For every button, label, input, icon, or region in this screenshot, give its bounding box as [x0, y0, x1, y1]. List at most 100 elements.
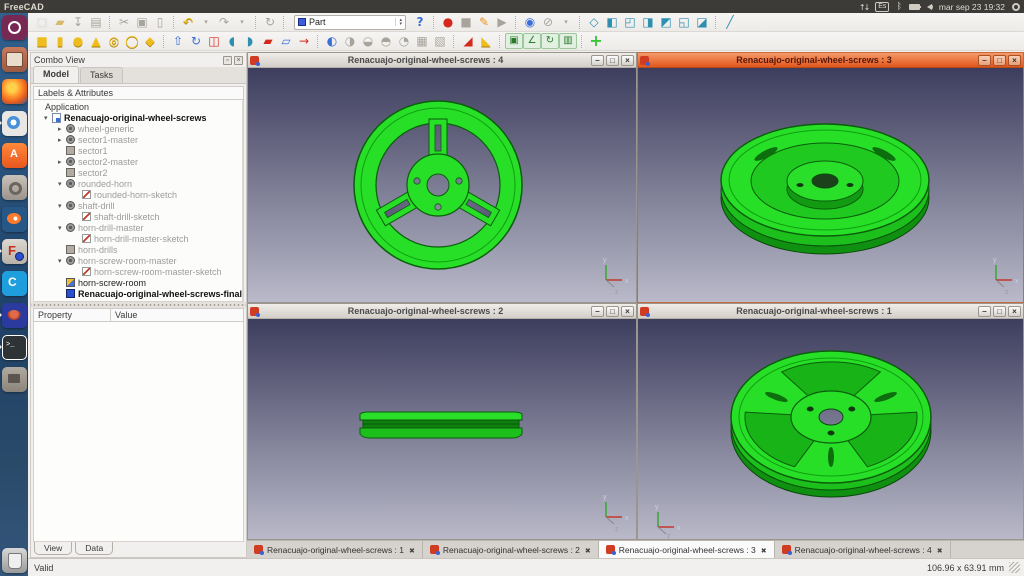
- toolbar-handle[interactable]: [581, 35, 583, 48]
- fillet-icon[interactable]: ◖: [223, 33, 241, 49]
- tree-expander-icon[interactable]: [58, 180, 66, 188]
- measure-angular-icon[interactable]: ∠: [523, 33, 541, 49]
- tree-item[interactable]: Renacuajo-original-wheel-screws-final: [34, 288, 242, 299]
- view-rear-icon[interactable]: ◩: [657, 14, 675, 30]
- new-file-icon[interactable]: ▢: [33, 14, 51, 30]
- primitive-tube-icon[interactable]: ◯: [123, 33, 141, 49]
- compound-filter-icon[interactable]: ▧: [431, 33, 449, 49]
- cross-sections-icon[interactable]: ◣: [477, 33, 495, 49]
- dock-software-center[interactable]: [2, 143, 27, 168]
- panel-titlebar[interactable]: Combo View: [31, 53, 246, 67]
- volume-icon[interactable]: [927, 4, 932, 10]
- window-titlebar[interactable]: Renacuajo-original-wheel-screws : 1: [638, 304, 1023, 319]
- open-file-icon[interactable]: ▰: [51, 14, 69, 30]
- view-top-icon[interactable]: ◰: [621, 14, 639, 30]
- maximize-button[interactable]: [993, 306, 1006, 317]
- 3d-viewport-3[interactable]: y x z: [638, 68, 1023, 302]
- redo-dropdown-icon[interactable]: ▾: [233, 14, 251, 30]
- toolbar-handle[interactable]: [317, 35, 319, 48]
- close-button[interactable]: [621, 55, 634, 66]
- tree-item[interactable]: sector1-master: [34, 134, 242, 145]
- toolbar-handle[interactable]: [579, 16, 581, 29]
- revolve-icon[interactable]: ↻: [187, 33, 205, 49]
- undo-dropdown-icon[interactable]: ▾: [197, 14, 215, 30]
- workbench-dropdown-arrows[interactable]: [395, 18, 402, 26]
- tree-expander-icon[interactable]: [58, 257, 66, 265]
- tree-item[interactable]: Renacuajo-original-wheel-screws: [34, 112, 242, 123]
- view-bottom-icon[interactable]: ◱: [675, 14, 693, 30]
- dock-system-settings[interactable]: [2, 175, 27, 200]
- combo-tab[interactable]: Model: [33, 66, 79, 83]
- 3d-viewport-2[interactable]: y x z: [248, 319, 636, 539]
- dock-blender[interactable]: [2, 207, 27, 232]
- view-left-icon[interactable]: ◪: [693, 14, 711, 30]
- cross-section-icon[interactable]: ◢: [459, 33, 477, 49]
- tree-item[interactable]: shaft-drill: [34, 200, 242, 211]
- 3d-viewport-1[interactable]: y x z: [638, 319, 1023, 539]
- tree-item[interactable]: horn-screw-room: [34, 277, 242, 288]
- toolbar-handle[interactable]: [433, 16, 435, 29]
- window-tab[interactable]: Renacuajo-original-wheel-screws : 1: [247, 541, 423, 558]
- toolbar-handle[interactable]: [515, 16, 517, 29]
- tree-item[interactable]: wheel-generic: [34, 123, 242, 134]
- print-icon[interactable]: ▤: [87, 14, 105, 30]
- chamfer-icon[interactable]: ◗: [241, 33, 259, 49]
- toolbar-handle[interactable]: [453, 35, 455, 48]
- dock-chromium[interactable]: [2, 111, 27, 136]
- maximize-button[interactable]: [606, 55, 619, 66]
- boolean-union-icon[interactable]: ◒: [359, 33, 377, 49]
- close-button[interactable]: [1008, 55, 1021, 66]
- dock-ubuntu-dash[interactable]: [2, 15, 27, 40]
- shape-builder-icon[interactable]: ◆: [141, 33, 159, 49]
- view-axonometric-icon[interactable]: ◇: [585, 14, 603, 30]
- toolbar-handle[interactable]: [499, 35, 501, 48]
- toolbar-handle[interactable]: [255, 16, 257, 29]
- toolbar-handle[interactable]: [163, 35, 165, 48]
- dock-freecad[interactable]: [2, 239, 27, 264]
- window-titlebar[interactable]: Renacuajo-original-wheel-screws : 3: [638, 53, 1023, 68]
- macro-stop-icon[interactable]: ■: [457, 14, 475, 30]
- view-front-icon[interactable]: ◧: [603, 14, 621, 30]
- primitive-cone-icon[interactable]: ▲: [87, 33, 105, 49]
- tree-scrollbar[interactable]: [242, 100, 243, 301]
- extrude-icon[interactable]: ⇧: [169, 33, 187, 49]
- window-titlebar[interactable]: Renacuajo-original-wheel-screws : 2: [248, 304, 636, 319]
- combo-tab[interactable]: Tasks: [80, 67, 123, 83]
- tab-close-icon[interactable]: [937, 545, 943, 555]
- view-data-tab[interactable]: View: [34, 542, 72, 555]
- boolean-intersection-icon[interactable]: ◓: [377, 33, 395, 49]
- tree-item[interactable]: horn-drill-master: [34, 222, 242, 233]
- wheel-part[interactable]: [354, 101, 522, 269]
- dock-terminal[interactable]: [2, 335, 27, 360]
- tree-item[interactable]: rounded-horn-sketch: [34, 189, 242, 200]
- battery-icon[interactable]: [909, 4, 920, 10]
- 3d-viewport-4[interactable]: y x z: [248, 68, 636, 302]
- toolbar-handle[interactable]: [173, 16, 175, 29]
- redo-icon[interactable]: ↷: [215, 14, 233, 30]
- tree-item[interactable]: horn-drill-master-sketch: [34, 233, 242, 244]
- primitive-torus-icon[interactable]: ◎: [105, 33, 123, 49]
- minimize-button[interactable]: [978, 306, 991, 317]
- float-panel-icon[interactable]: [223, 56, 232, 65]
- tree-item[interactable]: horn-drills: [34, 244, 242, 255]
- tab-close-icon[interactable]: [761, 545, 767, 555]
- tab-close-icon[interactable]: [409, 545, 415, 555]
- boolean-icon[interactable]: ◐: [323, 33, 341, 49]
- window-tab[interactable]: Renacuajo-original-wheel-screws : 4: [775, 541, 951, 558]
- ruled-surface-icon[interactable]: ▰: [259, 33, 277, 49]
- value-column-header[interactable]: Value: [111, 308, 244, 322]
- tree-item[interactable]: shaft-drill-sketch: [34, 211, 242, 222]
- add-primitive-icon[interactable]: +: [587, 33, 605, 49]
- measure-clear-icon[interactable]: ▥: [559, 33, 577, 49]
- close-panel-icon[interactable]: [234, 56, 243, 65]
- draw-style-dropdown-icon[interactable]: ▾: [557, 14, 575, 30]
- measure-refresh-icon[interactable]: ↻: [541, 33, 559, 49]
- primitive-box-icon[interactable]: ■: [33, 33, 51, 49]
- boolean-cut-icon[interactable]: ◑: [341, 33, 359, 49]
- loft-icon[interactable]: ▱: [277, 33, 295, 49]
- mirror-icon[interactable]: ◫: [205, 33, 223, 49]
- tree-expander-icon[interactable]: [58, 158, 66, 166]
- whatsthis-icon[interactable]: ?: [411, 14, 429, 30]
- section-icon[interactable]: ◔: [395, 33, 413, 49]
- toolbar-handle[interactable]: [283, 16, 285, 29]
